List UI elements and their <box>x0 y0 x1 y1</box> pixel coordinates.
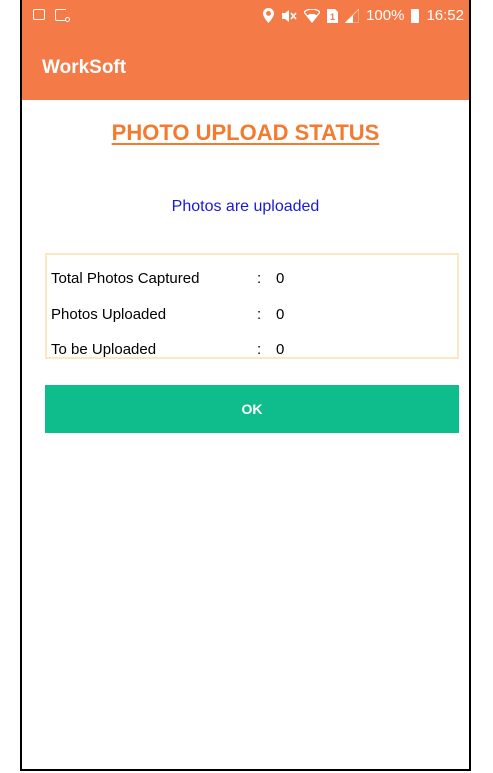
stat-value: 0 <box>276 306 285 323</box>
stat-value: 0 <box>276 341 285 358</box>
mute-icon <box>282 9 297 22</box>
stat-row-uploaded: Photos Uploaded : 0 <box>51 306 284 326</box>
signal-icon <box>345 8 360 23</box>
upload-status-message: Photos are uploaded <box>171 198 320 215</box>
phone-screen: 1 100% 16:52 WorkSoft PHOTO UPLOAD STATU… <box>20 0 471 771</box>
wifi-icon <box>304 8 321 23</box>
stat-label: Total Photos Captured <box>51 270 200 287</box>
clock: 16:52 <box>426 7 464 24</box>
status-bar-right: 1 100% 16:52 <box>263 7 464 24</box>
svg-text:1: 1 <box>330 12 335 22</box>
ok-button[interactable]: OK <box>45 385 459 433</box>
upload-stats-panel: Total Photos Captured : 0 Photos Uploade… <box>45 253 459 359</box>
stat-label: To be Uploaded <box>51 341 157 358</box>
stat-row-to-be-uploaded: To be Uploaded : 0 <box>51 341 284 361</box>
stat-separator: : <box>257 270 262 287</box>
battery-percent: 100% <box>366 7 405 24</box>
page-title: PHOTO UPLOAD STATUS <box>111 120 380 145</box>
cast-icon <box>55 9 70 22</box>
status-bar: 1 100% 16:52 <box>22 0 469 34</box>
sim-icon: 1 <box>327 8 339 23</box>
stat-value: 0 <box>276 270 285 287</box>
image-icon <box>33 9 45 20</box>
stat-label: Photos Uploaded <box>51 306 167 323</box>
stat-row-total-captured: Total Photos Captured : 0 <box>51 270 284 290</box>
status-bar-left <box>33 9 70 22</box>
battery-icon <box>411 8 420 23</box>
stat-separator: : <box>257 306 262 323</box>
app-bar: WorkSoft <box>22 34 469 100</box>
location-icon <box>263 8 275 23</box>
app-title: WorkSoft <box>42 57 127 78</box>
stat-separator: : <box>257 341 262 358</box>
